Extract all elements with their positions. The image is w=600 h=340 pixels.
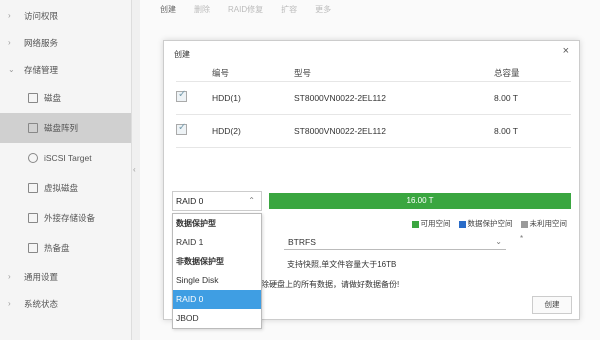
tab-raid-repair[interactable]: RAID修复 xyxy=(228,4,263,15)
data-warning: 除硬盘上的所有数据，请做好数据备份! xyxy=(261,280,400,289)
dropdown-option-single-disk[interactable]: Single Disk xyxy=(173,271,261,290)
dropdown-option-raid1[interactable]: RAID 1 xyxy=(173,233,261,252)
nav-storage-management[interactable]: ⌄ 存储管理 xyxy=(0,56,131,83)
array-icon xyxy=(28,123,38,133)
table-header: 编号 型号 总容量 xyxy=(176,65,571,81)
nav-access-rights[interactable]: › 访问权限 xyxy=(0,2,131,29)
sidebar-item-external-storage[interactable]: 外接存储设备 xyxy=(0,203,131,233)
disk-model: ST8000VN0022-2EL112 xyxy=(294,92,386,103)
tab-expand[interactable]: 扩容 xyxy=(281,4,297,15)
dropdown-option-raid0[interactable]: RAID 0 xyxy=(173,290,261,309)
raid-level-dropdown: 数据保护型 RAID 1 非数据保护型 Single Disk RAID 0 J… xyxy=(172,213,262,329)
legend-item: 可用空间 xyxy=(411,218,451,229)
sidebar-item-disk-array[interactable]: 磁盘阵列 xyxy=(0,113,131,143)
filesystem-value: BTRFS xyxy=(288,237,316,247)
tab-create[interactable]: 创建 xyxy=(160,4,176,15)
divider xyxy=(176,81,571,82)
sidebar-item-virtual-disk[interactable]: 虚拟磁盘 xyxy=(0,173,131,203)
nav-label: 网络服务 xyxy=(24,37,59,48)
dropdown-group-label: 数据保护型 xyxy=(176,219,216,228)
sidebar-item-disks[interactable]: 磁盘 xyxy=(0,83,131,113)
nav-label: 存储管理 xyxy=(24,64,59,75)
filesystem-select[interactable]: BTRFS ⌄ xyxy=(284,234,506,250)
chevron-right-icon: › xyxy=(8,38,11,47)
nav-label: 磁盘阵列 xyxy=(44,123,79,133)
raid-level-value: RAID 0 xyxy=(176,196,204,206)
chevron-right-icon: › xyxy=(8,272,11,281)
dialog-title: 创建 xyxy=(174,50,190,59)
legend-swatch xyxy=(458,220,466,228)
chevron-right-icon: › xyxy=(8,299,11,308)
iscsi-icon xyxy=(28,153,38,163)
nav-system-status[interactable]: › 系统状态 xyxy=(0,290,131,317)
nav-label: 系统状态 xyxy=(24,298,59,309)
column-header: 总容量 xyxy=(494,68,520,78)
nav-label: 访问权限 xyxy=(24,10,59,21)
nav-label: 虚拟磁盘 xyxy=(44,183,79,193)
table-row[interactable]: HDD(2) ST8000VN0022-2EL112 8.00 T xyxy=(176,114,571,147)
disk-model: ST8000VN0022-2EL112 xyxy=(294,125,386,136)
column-header: 编号 xyxy=(212,68,230,78)
capacity-legend: 可用空间 数据保护空间 未利用空间 xyxy=(411,218,567,229)
disk-capacity: 8.00 T xyxy=(494,92,518,103)
disk-checkbox[interactable] xyxy=(176,122,187,135)
sidebar-item-hot-spare[interactable]: 热备盘 xyxy=(0,233,131,263)
close-icon[interactable]: × xyxy=(563,45,569,57)
chevron-right-icon: › xyxy=(8,11,11,20)
table-row[interactable]: HDD(1) ST8000VN0022-2EL112 8.00 T xyxy=(176,81,571,114)
column-header: 型号 xyxy=(294,68,312,78)
nav-label: iSCSI Target xyxy=(44,153,92,163)
tab-delete[interactable]: 删除 xyxy=(194,4,210,15)
nav-network-services[interactable]: › 网络服务 xyxy=(0,29,131,56)
hot-spare-icon xyxy=(28,243,38,253)
disk-id: HDD(1) xyxy=(212,92,241,103)
nav-label: 热备盘 xyxy=(44,243,70,253)
dropdown-option-jbod[interactable]: JBOD xyxy=(173,309,261,328)
disk-capacity: 8.00 T xyxy=(494,125,518,136)
external-storage-icon xyxy=(28,213,38,223)
divider xyxy=(176,147,571,148)
legend-item: 未利用空间 xyxy=(520,218,567,229)
raid-level-select[interactable]: RAID 0 ⌃ xyxy=(172,191,262,211)
sidebar-item-iscsi-target[interactable]: iSCSI Target xyxy=(0,143,131,173)
sidebar-collapse-icon[interactable]: ‹ xyxy=(133,165,136,174)
tab-more[interactable]: 更多 xyxy=(315,4,331,15)
disk-checkbox[interactable] xyxy=(176,89,187,102)
legend-swatch xyxy=(411,220,419,228)
capacity-bar: 16.00 T xyxy=(269,193,571,209)
chevron-down-icon: ⌄ xyxy=(8,65,15,74)
dropdown-group-label: 非数据保护型 xyxy=(176,257,224,266)
chevron-up-icon: ⌃ xyxy=(248,196,255,205)
filesystem-note: 支持快照,单文件容量大于16TB xyxy=(287,260,397,269)
virtual-disk-icon xyxy=(28,183,38,193)
legend-swatch xyxy=(520,220,528,228)
nav-label: 外接存储设备 xyxy=(44,213,96,223)
toolbar-tabs: 创建 删除 RAID修复 扩容 更多 xyxy=(160,4,331,15)
sidebar: › 访问权限 › 网络服务 ⌄ 存储管理 磁盘 磁盘阵列 iSCSI Targe… xyxy=(0,0,132,340)
required-marker: * xyxy=(520,234,524,243)
nav-general-settings[interactable]: › 通用设置 xyxy=(0,263,131,290)
disk-icon xyxy=(28,93,38,103)
nav-label: 通用设置 xyxy=(24,271,59,282)
chevron-down-icon: ⌄ xyxy=(495,237,502,246)
divider xyxy=(176,114,571,115)
legend-item: 数据保护空间 xyxy=(458,218,513,229)
create-button[interactable]: 创建 xyxy=(532,296,572,314)
disk-table: 编号 型号 总容量 HDD(1) ST8000VN0022-2EL112 8.0… xyxy=(176,65,571,147)
nav-label: 磁盘 xyxy=(44,93,62,103)
disk-id: HDD(2) xyxy=(212,125,241,136)
